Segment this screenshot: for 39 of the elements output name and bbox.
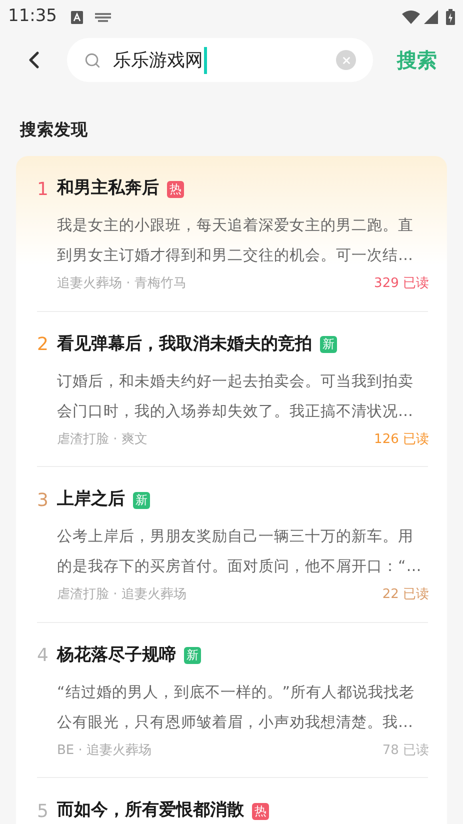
result-title[interactable]: 和男主私奔后 bbox=[57, 176, 159, 202]
read-count: 78 已读 bbox=[382, 742, 429, 760]
clear-x-icon bbox=[340, 54, 352, 66]
search-icon bbox=[84, 52, 101, 68]
rank-number: 5 bbox=[37, 800, 50, 824]
search-field[interactable]: 乐乐游戏网 bbox=[67, 38, 373, 82]
signal-icon bbox=[424, 10, 438, 24]
read-count: 126 已读 bbox=[374, 430, 429, 448]
result-title[interactable]: 而如今，所有爱恨都消散 bbox=[57, 798, 244, 824]
section-title: 搜索发现 bbox=[20, 119, 89, 141]
hot-label: 热 bbox=[167, 180, 184, 198]
result-description: 订婚后，和未婚夫约好一起去拍卖会。可当我到拍卖会门口时，我的入场券却失效了。我正搞不清状况… bbox=[57, 370, 414, 422]
search-input-text: 乐乐游戏网 bbox=[113, 46, 207, 74]
result-tags: 虐渣打脸 · 追妻火葬场 bbox=[57, 585, 186, 604]
read-count: 329 已读 bbox=[374, 275, 429, 293]
status-time: 11:35 bbox=[8, 5, 57, 28]
result-tags: 追妻火葬场 · 青梅竹马 bbox=[57, 274, 186, 294]
new-label: 新 bbox=[133, 492, 150, 508]
rank-number: 1 bbox=[37, 178, 50, 202]
new-label: 新 bbox=[184, 647, 201, 664]
result-tags: BE · 追妻火葬场 bbox=[57, 740, 152, 760]
result-tags: 虐渣打脸 · 爽文 bbox=[57, 430, 148, 449]
hot-label: 热 bbox=[252, 802, 269, 820]
rank-number: 3 bbox=[37, 488, 50, 512]
result-description: “结过婚的男人，到底不一样的。”所有人都说我找老公有眼光，只有恩师皱着眉，小声劝我想清楚。我… bbox=[57, 682, 416, 732]
wifi-icon bbox=[402, 10, 420, 24]
battery-icon bbox=[446, 9, 455, 25]
result-title[interactable]: 杨花落尽子规啼 bbox=[57, 642, 176, 668]
clear-button[interactable] bbox=[336, 50, 356, 70]
result-title[interactable]: 看见弹幕后，我取消未婚夫的竞拍 bbox=[57, 332, 312, 358]
result-description: 我是女主的小跟班，每天追着深爱女主的男二跑。直到男女主订婚才得到和男二交往的机会。可一次结… bbox=[57, 215, 414, 266]
rank-number: 4 bbox=[37, 644, 50, 668]
result-title[interactable]: 上岸之后 bbox=[57, 487, 125, 513]
rank-number: 2 bbox=[37, 333, 50, 357]
result-description: 公考上岸后，男朋友奖励自己一辆三十万的新车。用的是我存下的买房首付。面对质问，他不屑开口：“… bbox=[57, 526, 423, 577]
keyboard-icon bbox=[95, 12, 111, 22]
new-label: 新 bbox=[320, 336, 337, 353]
read-count: 22 已读 bbox=[382, 586, 429, 604]
text-input-icon bbox=[71, 10, 83, 24]
